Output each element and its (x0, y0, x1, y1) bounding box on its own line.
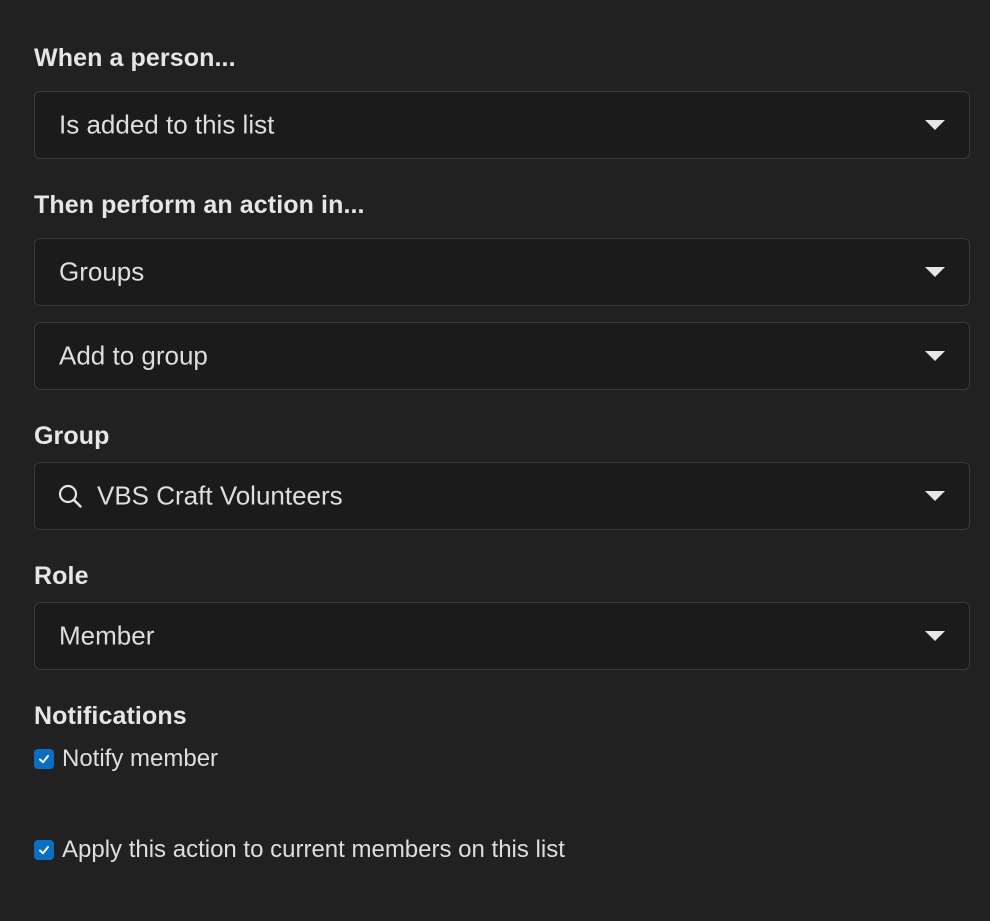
notify-member-checkbox[interactable] (34, 749, 54, 769)
checkmark-icon (39, 846, 49, 855)
chevron-down-icon (925, 491, 945, 501)
action-type-select-value: Add to group (59, 340, 208, 371)
action-module-select[interactable]: Groups (34, 238, 970, 306)
search-icon (58, 484, 82, 508)
group-label: Group (34, 422, 110, 450)
action-module-select-value: Groups (59, 256, 145, 287)
role-label: Role (34, 562, 89, 590)
notifications-label: Notifications (34, 702, 187, 730)
checkmark-icon (39, 755, 49, 764)
group-select[interactable]: VBS Craft Volunteers (34, 462, 970, 530)
group-select-value: VBS Craft Volunteers (97, 480, 343, 511)
trigger-select[interactable]: Is added to this list (34, 91, 970, 159)
chevron-down-icon (925, 267, 945, 277)
chevron-down-icon (925, 631, 945, 641)
apply-current-label: Apply this action to current members on … (62, 836, 565, 863)
trigger-select-value: Is added to this list (59, 109, 275, 140)
trigger-label: When a person... (34, 44, 236, 72)
chevron-down-icon (925, 351, 945, 361)
role-select[interactable]: Member (34, 602, 970, 670)
notify-member-checkbox-row[interactable]: Notify member (34, 744, 218, 774)
action-label: Then perform an action in... (34, 191, 365, 219)
role-select-value: Member (59, 620, 155, 651)
notify-member-label: Notify member (62, 745, 219, 772)
apply-current-checkbox-row[interactable]: Apply this action to current members on … (34, 835, 565, 865)
chevron-down-icon (925, 120, 945, 130)
apply-current-checkbox[interactable] (34, 840, 54, 860)
action-type-select[interactable]: Add to group (34, 322, 970, 390)
